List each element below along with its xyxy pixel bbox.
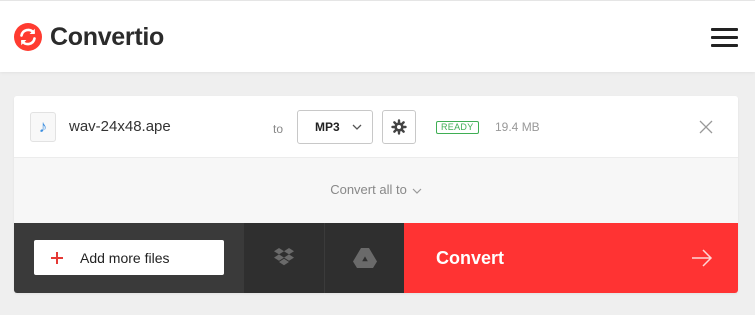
dropbox-icon xyxy=(274,248,294,266)
file-row: ♪ wav-24x48.ape to MP3 READY 19.4 MB xyxy=(14,96,738,158)
action-bar: Add more files Convert xyxy=(14,223,738,293)
to-label: to xyxy=(273,122,284,136)
convert-all-label: Convert all to xyxy=(330,182,407,197)
app-name: Convertio xyxy=(50,23,164,51)
add-more-files-button[interactable]: Add more files xyxy=(34,240,224,275)
close-icon[interactable] xyxy=(698,119,714,135)
plus-icon xyxy=(51,251,63,264)
convert-all-row: Convert all to xyxy=(14,158,738,223)
google-drive-icon xyxy=(352,248,377,268)
convert-label: Convert xyxy=(436,248,505,268)
settings-button[interactable] xyxy=(382,110,416,144)
target-format-select[interactable]: MP3 xyxy=(297,110,373,144)
status-badge: READY xyxy=(436,121,479,134)
add-more-files-label: Add more files xyxy=(80,249,170,266)
target-format-value: MP3 xyxy=(315,120,340,134)
hamburger-menu-icon[interactable] xyxy=(711,28,738,47)
music-note-icon: ♪ xyxy=(30,112,56,142)
arrow-right-icon xyxy=(692,249,713,267)
convert-button[interactable]: Convert xyxy=(404,223,738,293)
logo[interactable]: Convertio xyxy=(14,23,164,51)
convertio-logo-icon xyxy=(14,23,42,51)
convert-all-dropdown[interactable]: Convert all to xyxy=(14,182,738,197)
add-files-panel: Add more files xyxy=(14,223,244,293)
dropbox-button[interactable] xyxy=(244,223,324,293)
chevron-down-icon xyxy=(352,124,362,130)
file-conversion-card: ♪ wav-24x48.ape to MP3 READY 19.4 MB Con… xyxy=(14,96,738,293)
file-name: wav-24x48.ape xyxy=(69,118,171,135)
gear-icon xyxy=(391,119,407,135)
file-size: 19.4 MB xyxy=(495,120,540,134)
top-navigation-bar: Convertio xyxy=(0,0,755,72)
chevron-down-icon xyxy=(412,188,422,194)
google-drive-button[interactable] xyxy=(324,223,404,293)
